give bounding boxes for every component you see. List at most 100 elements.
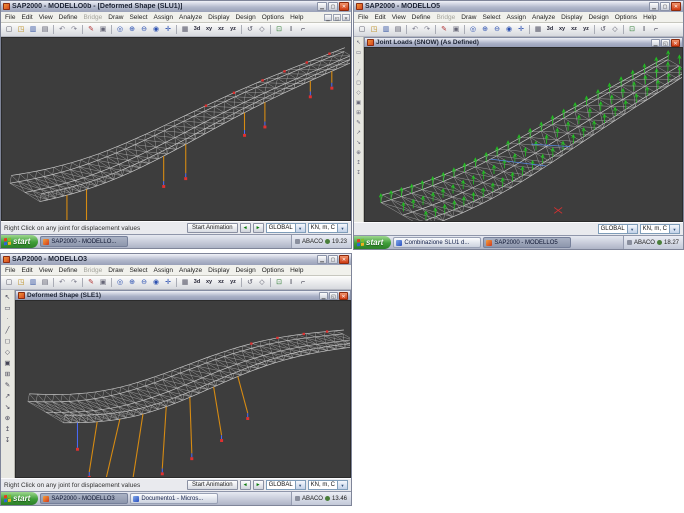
menu-assign[interactable]: Assign [151,14,177,21]
print-icon[interactable]: ▤ [392,24,404,35]
menu-display[interactable]: Display [205,267,232,274]
menu-assign[interactable]: Assign [151,267,177,274]
redo-icon[interactable]: ↷ [68,24,80,35]
pointer-icon[interactable]: ↖ [2,291,13,302]
tray-app-icon[interactable] [295,496,300,501]
perspective-icon[interactable]: ◇ [256,24,268,35]
perspective-icon[interactable]: ◇ [256,277,268,288]
start-button[interactable]: start [1,492,38,505]
draw-area-icon[interactable]: ▣ [2,357,13,368]
menu-view[interactable]: View [389,14,409,21]
draw-quad-icon[interactable]: ◇ [355,88,363,98]
draw-joint-icon[interactable]: · [2,313,13,324]
draw-area-icon[interactable]: ▣ [355,98,363,108]
view-3d-icon[interactable]: 3d [191,277,203,288]
pencil-icon[interactable]: ✎ [85,24,97,35]
menu-options[interactable]: Options [612,14,640,21]
volume-icon[interactable] [325,239,330,244]
view-yz-icon[interactable]: yz [227,24,239,35]
model-viewport-deformed-shape-sle1[interactable] [15,300,351,478]
pencil-icon[interactable]: ✎ [85,277,97,288]
menu-help[interactable]: Help [640,14,659,21]
zoom-full-icon[interactable]: ◉ [503,24,515,35]
open-file-icon[interactable]: ◳ [368,24,380,35]
units-select[interactable]: KN, m, C ▼ [308,223,348,233]
perspective-icon[interactable]: ◇ [609,24,621,35]
draw-frame-icon[interactable]: ⌐ [297,24,309,35]
view-yz-icon[interactable]: yz [227,277,239,288]
zoom-rubber-band-icon[interactable]: ◎ [114,24,126,35]
next-step-button[interactable]: ► [253,223,264,233]
menu-edit[interactable]: Edit [18,267,35,274]
print-icon[interactable]: ▤ [39,277,51,288]
child-window-title-bar[interactable]: Joint Loads (SNOW) (As Defined) ▁ ◱ ✕ [364,37,683,47]
reshape-icon[interactable]: ▭ [355,48,363,58]
child-restore-button[interactable]: ◱ [329,292,338,300]
view-3d-icon[interactable]: 3d [191,24,203,35]
snap-grid-icon[interactable]: ⊞ [2,368,13,379]
model-viewport-joint-loads-snow[interactable] [364,47,683,222]
view-xz-icon[interactable]: xz [568,24,580,35]
reshape-icon[interactable]: ▭ [2,302,13,313]
lock-icon[interactable]: ▣ [97,24,109,35]
save-icon[interactable]: ▥ [27,24,39,35]
maximize-button[interactable]: ▢ [328,2,338,11]
view-xy-icon[interactable]: xy [203,24,215,35]
mdi-minimize-button[interactable]: ▁ [324,14,332,21]
rotate-view-icon[interactable]: ↺ [244,277,256,288]
menu-display[interactable]: Display [205,14,232,21]
view-xy-icon[interactable]: xy [556,24,568,35]
zoom-out-icon[interactable]: ⊖ [138,24,150,35]
menu-draw[interactable]: Draw [105,267,126,274]
maximize-button[interactable]: ▢ [328,255,338,264]
volume-icon[interactable] [657,240,662,245]
line-down-icon[interactable]: ↘ [2,401,13,412]
prev-step-button[interactable]: ◄ [240,223,251,233]
menu-options[interactable]: Options [259,14,287,21]
frame-section-icon[interactable]: Ⅰ [638,24,650,35]
menu-design[interactable]: Design [232,14,258,21]
line-down-icon[interactable]: ↘ [355,138,363,148]
coord-system-select[interactable]: GLOBAL ▼ [266,223,306,233]
units-select[interactable]: KN, m, C ▼ [308,480,348,490]
child-restore-button[interactable]: ◱ [661,39,670,47]
menu-analyze[interactable]: Analyze [176,14,205,21]
zoom-rubber-band-icon[interactable]: ◎ [467,24,479,35]
maximize-button[interactable]: ▢ [660,2,670,11]
menu-help[interactable]: Help [287,14,306,21]
taskbar-task[interactable]: Combinazione SLU1 d... [393,237,481,248]
menu-draw[interactable]: Draw [458,14,479,21]
move-down-icon[interactable]: ↧ [2,434,13,445]
minimize-button[interactable]: ▁ [649,2,659,11]
menu-select[interactable]: Select [479,14,503,21]
zoom-in-icon[interactable]: ⊕ [126,24,138,35]
camera-icon[interactable]: ▦ [532,24,544,35]
minimize-button[interactable]: ▁ [317,2,327,11]
menu-analyze[interactable]: Analyze [529,14,558,21]
menu-display[interactable]: Display [558,14,585,21]
quick-frame-icon[interactable]: ◻ [355,78,363,88]
edit-icon[interactable]: ✎ [355,118,363,128]
move-up-icon[interactable]: ↥ [355,158,363,168]
redo-icon[interactable]: ↷ [421,24,433,35]
coord-system-select[interactable]: GLOBAL ▼ [266,480,306,490]
child-close-button[interactable]: ✕ [671,39,680,47]
move-down-icon[interactable]: ↧ [355,168,363,178]
prev-step-button[interactable]: ◄ [240,480,251,490]
line-up-icon[interactable]: ↗ [355,128,363,138]
view-yz-icon[interactable]: yz [580,24,592,35]
redo-icon[interactable]: ↷ [68,277,80,288]
pencil-icon[interactable]: ✎ [438,24,450,35]
view-3d-icon[interactable]: 3d [544,24,556,35]
zoom-in-icon[interactable]: ⊕ [126,277,138,288]
child-close-button[interactable]: ✕ [339,292,348,300]
start-button[interactable]: start [354,236,391,249]
menu-help[interactable]: Help [287,267,306,274]
menu-edit[interactable]: Edit [371,14,388,21]
draw-frame-icon[interactable]: ╱ [2,324,13,335]
open-file-icon[interactable]: ◳ [15,24,27,35]
save-icon[interactable]: ▥ [380,24,392,35]
quick-frame-icon[interactable]: ◻ [2,335,13,346]
minimize-button[interactable]: ▁ [317,255,327,264]
rotate-view-icon[interactable]: ↺ [244,24,256,35]
